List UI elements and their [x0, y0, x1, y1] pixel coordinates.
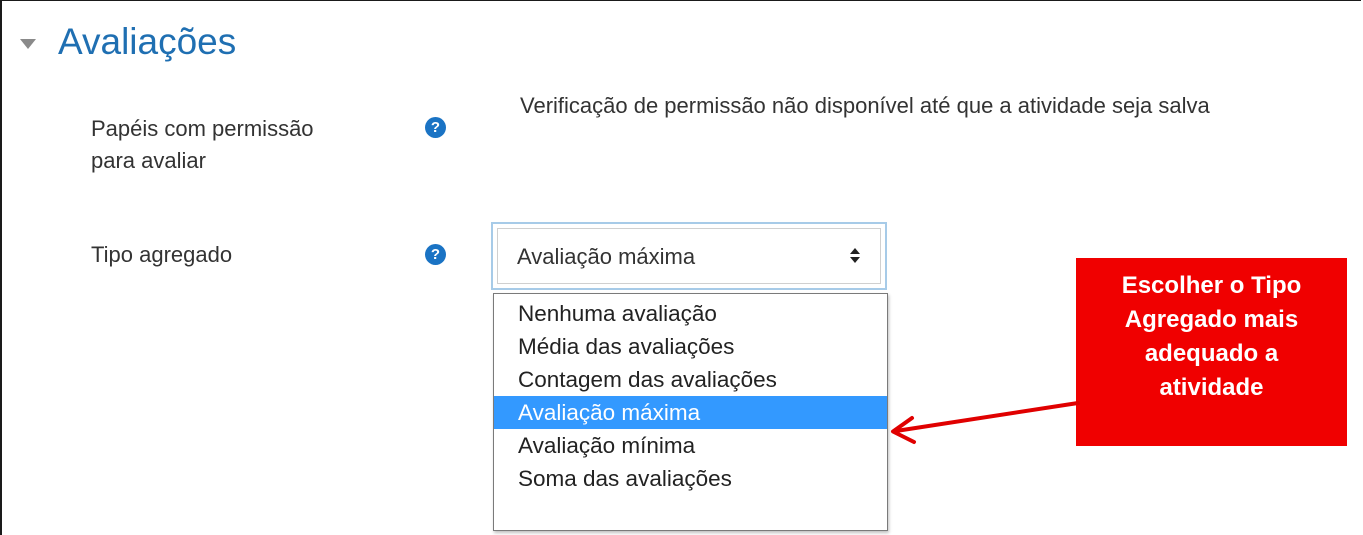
roles-field-label: Papéis com permissão para avaliar [91, 113, 314, 177]
dropdown-option[interactable]: Nenhuma avaliação [494, 297, 887, 330]
annotation-arrow-icon [891, 401, 1080, 444]
screenshot-frame: Avaliações Papéis com permissão para ava… [0, 0, 1361, 535]
aggregate-type-select[interactable]: Avaliação máxima [491, 222, 887, 290]
select-arrows-icon [849, 248, 861, 268]
callout-line: adequado a [1144, 340, 1279, 367]
annotation-callout: Escolher o Tipo Agregado mais adequado a at… [1076, 258, 1347, 446]
dropdown-option[interactable]: Contagem das avaliações [494, 363, 887, 396]
dropdown-option[interactable]: Soma das avaliações [494, 462, 887, 495]
triangle-down-icon[interactable] [20, 38, 36, 49]
callout-line: atividade [1159, 374, 1264, 401]
question-circle-icon[interactable]: ? [425, 244, 446, 265]
section-title: Avaliações [58, 21, 237, 62]
question-circle-icon[interactable]: ? [425, 117, 446, 138]
dropdown-option[interactable]: Avaliação máxima [494, 396, 887, 429]
dropdown-option[interactable]: Média das avaliações [494, 330, 887, 363]
permission-check-text: Verificação de permissão não disponível … [520, 93, 1210, 118]
callout-line: Agregado mais [1124, 306, 1299, 333]
roles-label-line1: Papéis com permissão [91, 116, 314, 141]
aggregate-type-label: Tipo agregado [91, 242, 233, 267]
section-header-avaliacoes[interactable]: Avaliações [20, 23, 236, 60]
select-current-value: Avaliação máxima [517, 244, 696, 269]
roles-label-line2: para avaliar [91, 148, 206, 173]
callout-line: Escolher o Tipo [1121, 272, 1302, 299]
aggregate-type-dropdown-list[interactable]: Nenhuma avaliação Média das avaliações Con… [493, 293, 888, 531]
dropdown-option[interactable]: Avaliação mínima [494, 429, 887, 462]
